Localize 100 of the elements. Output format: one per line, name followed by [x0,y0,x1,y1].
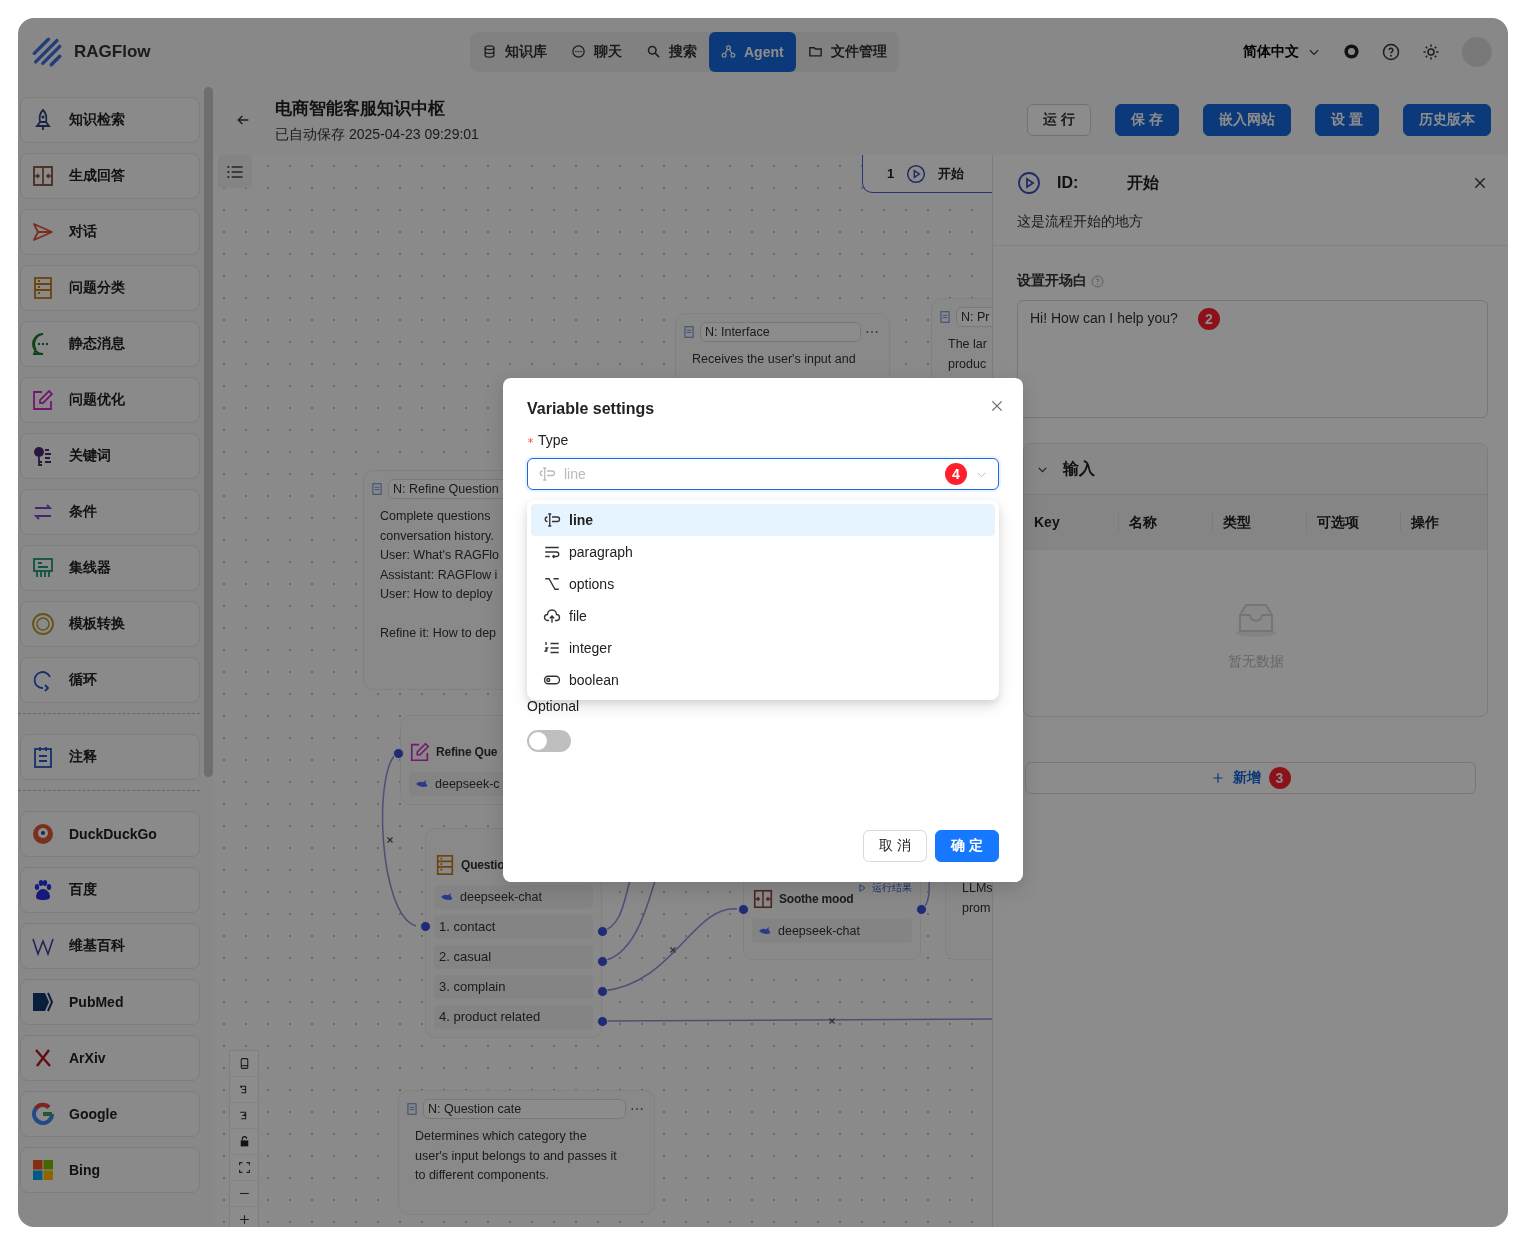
tag-icon [31,990,55,1014]
component-item[interactable]: 静态消息 [20,321,200,367]
dropdown-option[interactable]: file [531,600,995,632]
plus-icon [1210,771,1225,785]
category-item: 4. product related [434,1005,593,1029]
node-title: Refine Que [436,745,498,759]
outline-button[interactable] [218,155,252,188]
fit-view-icon [237,1161,251,1174]
note-text: The lar produc [947,336,987,373]
step-number: 2 [1197,308,1220,330]
help-icon[interactable] [1382,42,1400,61]
connection-handle[interactable] [597,926,608,937]
note-text: Complete questions conversation history. User: What's RAGFlo Assistant: RAGFlow i User: How to deploy [379,508,500,603]
circuit-icon [31,556,55,580]
nav-tab[interactable]: 搜索 [634,31,709,72]
node-title: Questio [461,858,505,872]
optional-toggle[interactable] [527,730,571,752]
component-item[interactable]: 百度 [20,867,200,913]
step-number: 1 [887,166,895,181]
chat-bubble-icon [571,44,586,59]
toolbar-button[interactable]: 设 置 [1315,104,1379,136]
category-item: 3. complain [434,975,593,999]
type-select[interactable]: line 4 [527,458,999,490]
note-title-field[interactable]: N: Pr [956,307,992,327]
component-item[interactable]: PubMed [20,979,200,1025]
note-text: LLMs prom [961,880,992,917]
play-circle-icon [906,163,927,184]
add-button[interactable]: 新增 3 [1025,762,1476,794]
toolbar-button[interactable]: 嵌入网站 [1203,104,1292,136]
column-header: Key [1033,513,1061,532]
nav-tab[interactable]: Agent [709,31,796,72]
scrollbar[interactable] [204,87,213,777]
component-item[interactable]: DuckDuckGo [20,811,200,857]
round-logo-icon [31,822,55,846]
component-item[interactable]: Bing [20,1147,200,1193]
connection-handle[interactable] [916,904,927,915]
edit-icon [31,388,55,412]
remove-edge-icon[interactable] [669,946,677,954]
note-title-field[interactable]: N: Interface [700,322,861,342]
rows-icon [434,854,456,876]
toolbar-button[interactable]: 保 存 [1115,104,1180,136]
connection-handle[interactable] [738,904,749,915]
text-cursor-icon [538,465,556,483]
rows-icon [31,276,55,300]
sun-icon[interactable] [1422,42,1440,61]
logo-icon [30,34,64,69]
step-number: 3 [1268,767,1291,789]
note-icon [938,310,952,324]
database-icon [482,44,497,59]
component-item[interactable]: 注释 [20,734,200,780]
toolbar-button[interactable]: 历史版本 [1403,104,1491,136]
component-item[interactable]: 模板转换 [20,601,200,647]
note-icon [370,482,384,496]
model-name: deepseek-chat [778,924,860,938]
toolbar-button[interactable]: 运 行 [1027,104,1092,136]
component-item[interactable]: 问题优化 [20,377,200,423]
dropdown-option[interactable]: paragraph [531,536,995,568]
app-name: RAGFlow [74,41,151,62]
language-selector[interactable]: 简体中文 [1243,42,1321,61]
remove-edge-icon[interactable] [828,1017,836,1025]
connection-handle[interactable] [597,956,608,967]
connection-handle[interactable] [597,1016,608,1027]
cancel-button[interactable]: 取 消 [863,830,928,862]
component-item[interactable]: ArXiv [20,1035,200,1081]
component-item[interactable]: 问题分类 [20,265,200,311]
component-item[interactable]: 对话 [20,209,200,255]
component-item[interactable]: 生成回答 [20,153,200,199]
cloud-upload-icon [543,607,561,625]
dropdown-option[interactable]: options [531,568,995,600]
connection-handle[interactable] [393,748,404,759]
dropdown-option[interactable]: integer [531,632,995,664]
dropdown-option[interactable]: line [531,504,995,536]
dropdown-option[interactable]: boolean [531,664,995,696]
clipboard-icon [31,745,55,769]
field-label: Optional [527,698,581,714]
close-button[interactable] [989,398,1005,414]
column-header: 名称 [1118,512,1212,532]
confirm-button[interactable]: 确 定 [935,830,999,862]
nav-tab[interactable]: 文件管理 [795,31,899,72]
close-button[interactable] [1472,175,1488,191]
run-result-link[interactable]: 运行结果 [857,881,912,895]
folder-icon [807,44,823,59]
option-key-icon [543,575,561,593]
nav-tab[interactable]: 聊天 [559,31,634,72]
component-item[interactable]: 集线器 [20,545,200,591]
remove-edge-icon[interactable] [386,836,394,844]
category-item: 2. casual [434,945,593,969]
collapse-header[interactable]: 输入 [1024,444,1487,495]
component-item[interactable]: 条件 [20,489,200,535]
note-title-field[interactable]: N: Question cate [423,1099,626,1119]
component-item[interactable]: 知识检索 [20,97,200,143]
component-item[interactable]: 维基百科 [20,923,200,969]
component-item[interactable]: 关键词 [20,433,200,479]
nav-tab[interactable]: 知识库 [470,31,559,72]
zoom-in-icon [237,1213,251,1226]
component-item[interactable]: 循环 [20,657,200,703]
component-item[interactable]: Google [20,1091,200,1137]
start-node[interactable]: 1 开始 [862,155,992,193]
connection-handle[interactable] [420,921,431,932]
connection-handle[interactable] [597,986,608,997]
